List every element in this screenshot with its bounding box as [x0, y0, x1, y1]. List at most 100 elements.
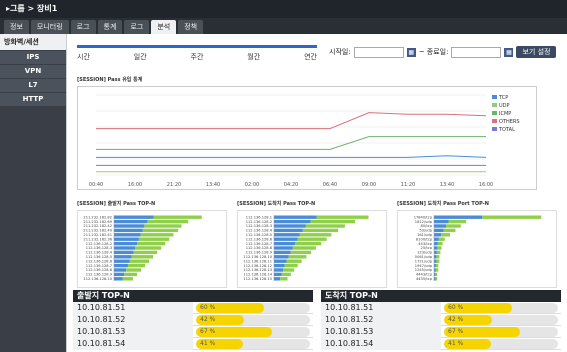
x-tick-label: 13:40: [440, 182, 454, 188]
bar-tcp: [274, 233, 300, 237]
period-hour[interactable]: 시간: [77, 52, 90, 62]
bar2-title: [SESSION] 도착지 Pass TOP-N: [237, 201, 316, 207]
x-tick-label: 11:20: [401, 182, 415, 188]
progress-label: 67 %: [200, 327, 216, 335]
bar1-title: [SESSION] 출발지 Pass TOP-N: [77, 201, 156, 207]
bar-udp: [305, 224, 345, 228]
bar-udp: [316, 215, 369, 219]
bar-tcp: [434, 246, 438, 250]
progress-label: 60 %: [200, 303, 216, 311]
bar-category-label: 112.136.128.13: [243, 268, 272, 272]
bar-category-label: 211.232.182.69: [83, 220, 112, 224]
breadcrumb: ▸그룹 > 장비1: [0, 0, 567, 18]
bar-udp: [288, 255, 307, 259]
bar-tcp: [114, 277, 123, 281]
bar-udp: [292, 246, 316, 250]
top-src-title: 출발지 TOP-N: [73, 290, 313, 302]
period-month[interactable]: 월간: [247, 52, 260, 62]
sidebar-item-vpn[interactable]: VPN: [0, 65, 66, 78]
bar-udp: [438, 237, 445, 241]
bar-udp: [448, 219, 467, 224]
bar-tcp: [114, 219, 148, 224]
table-row: 10.10.81.54 41 %: [321, 337, 561, 350]
x-tick-label: 21:20: [167, 182, 181, 188]
dst-ip: 10.10.81.54: [321, 337, 441, 350]
bar-category-label: 443/tcp: [418, 242, 432, 246]
tab-log[interactable]: 로그: [70, 20, 96, 34]
tab-info[interactable]: 정보: [4, 20, 29, 34]
bar-category-label: 4443/tcp: [416, 273, 433, 277]
bar-udp: [435, 263, 439, 268]
src-bar-chart: 211.232.182.82211.232.182.69211.232.182.…: [77, 210, 227, 288]
sidebar-item-l7[interactable]: L7: [0, 79, 66, 92]
bar-tcp: [274, 255, 289, 259]
dst-ip: 10.10.81.52: [321, 313, 441, 326]
bar-udp: [126, 268, 141, 272]
period-year[interactable]: 연간: [304, 52, 317, 62]
bar-tcp: [114, 263, 128, 268]
bar-udp: [435, 272, 438, 277]
bar-category-label: 161/udp: [417, 233, 433, 237]
bar-category-label: 8100/tcp: [416, 237, 433, 241]
progress-bar: 67 %: [444, 326, 558, 337]
x-tick-label: 00:40: [89, 182, 103, 188]
bar-udp: [281, 272, 291, 277]
bar-udp: [436, 259, 440, 263]
legend-swatch: [492, 103, 497, 107]
bar-tcp: [434, 219, 449, 224]
bar-tcp: [434, 255, 437, 259]
bar-category-label: 112.136.128.5: [246, 233, 272, 237]
search-button[interactable]: 보기 설정: [516, 46, 557, 58]
bar-category-label: 53/udp: [419, 229, 432, 233]
bar-udp: [290, 250, 312, 255]
bar-category-label: 211.232.182.82: [83, 215, 112, 219]
end-date-input[interactable]: [451, 46, 502, 58]
bar-tcp: [274, 277, 281, 281]
bar-tcp: [114, 228, 143, 233]
tab-log-2[interactable]: 로그: [124, 20, 150, 34]
traffic-line-chart: 00:40 16:00 21:20 13:40 02:00 04:20 06:40 09:00…: [77, 86, 537, 190]
src-ip: 10.10.81.54: [73, 337, 193, 350]
tab-analysis[interactable]: 분석: [151, 20, 177, 34]
bar-category-label: 112.136.128.2: [246, 220, 272, 224]
tab-stats[interactable]: 통계: [97, 20, 123, 34]
sidebar-item-http[interactable]: HTTP: [0, 93, 66, 106]
calendar-icon[interactable]: ▦: [406, 47, 416, 57]
series-line-tcp: [96, 155, 487, 158]
bar-tcp: [114, 241, 138, 246]
bar-udp: [436, 255, 440, 259]
bar-udp: [482, 215, 542, 219]
bar-category-label: 112.136.128.6: [246, 237, 273, 241]
bar-udp: [131, 255, 154, 259]
src-ip: 10.10.81.53: [73, 325, 193, 338]
period-day[interactable]: 일간: [134, 52, 147, 62]
x-tick-label: 16:00: [128, 182, 142, 188]
tab-monitoring[interactable]: 모니터링: [30, 20, 69, 34]
bar-udp: [446, 224, 461, 228]
tab-policy[interactable]: 정책: [178, 20, 204, 34]
bar-tcp: [434, 215, 483, 219]
bar-tcp: [274, 259, 287, 263]
period-week[interactable]: 주간: [191, 52, 204, 62]
table-row: 10.10.81.54 41 %: [73, 337, 313, 350]
bar-category-label: 112.136.128.9: [246, 251, 273, 255]
bar-udp: [299, 233, 332, 237]
bar-udp: [297, 237, 327, 241]
bar-category-label: 112.136.128.14: [243, 273, 272, 277]
progress-bar: 42 %: [196, 314, 310, 325]
period-slider[interactable]: 시간 일간 주간 월간 연간: [77, 42, 317, 62]
bar-category-label: 4435/tcp: [416, 277, 433, 281]
dst-ip: 10.10.81.53: [321, 325, 441, 338]
end-date-label: ~ 종료일:: [418, 48, 449, 56]
calendar-icon[interactable]: ▦: [504, 47, 514, 57]
bar-category-label: 1947/udp: [415, 264, 433, 268]
bar-udp: [138, 237, 170, 241]
bar-udp: [437, 241, 443, 246]
bar-category-label: 112.136.128.3: [86, 246, 112, 250]
bar-category-label: 1245/udp: [415, 268, 433, 272]
x-tick-label: 06:40: [323, 182, 337, 188]
sidebar: 방화벽/세션 IPS VPN L7 HTTP: [0, 34, 66, 352]
start-date-input[interactable]: [353, 46, 404, 58]
period-track[interactable]: [77, 45, 317, 48]
sidebar-item-ips[interactable]: IPS: [0, 51, 66, 64]
